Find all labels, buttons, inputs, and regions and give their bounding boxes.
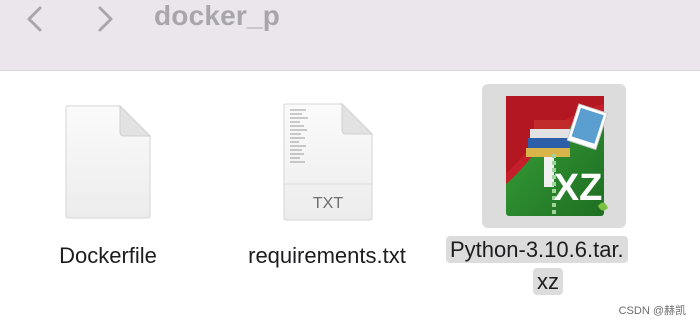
xz-archive-icon: XZ <box>506 96 609 216</box>
requirements-file[interactable]: TXT <box>282 102 374 222</box>
generic-document-icon <box>65 104 152 219</box>
dockerfile-file[interactable] <box>64 104 152 220</box>
requirements-name[interactable]: requirements.txt <box>226 242 428 269</box>
python-archive-file[interactable]: XZ <box>504 94 609 218</box>
watermark: CSDN @赫凯 <box>618 305 686 317</box>
forward-button[interactable] <box>88 2 122 36</box>
finder-toolbar: docker_p <box>0 0 700 71</box>
python-archive-name-line1[interactable]: Python-3.10.6.tar. <box>446 236 628 263</box>
txt-badge: TXT <box>313 195 343 212</box>
text-document-icon: TXT <box>283 102 374 221</box>
python-archive-name-line2[interactable]: xz <box>533 268 563 295</box>
chevron-right-icon <box>98 6 113 32</box>
xz-badge: XZ <box>554 167 603 209</box>
dockerfile-name[interactable]: Dockerfile <box>40 242 176 269</box>
chevron-left-icon <box>27 6 42 32</box>
back-button[interactable] <box>18 2 52 36</box>
window-title: docker_p <box>154 0 281 31</box>
